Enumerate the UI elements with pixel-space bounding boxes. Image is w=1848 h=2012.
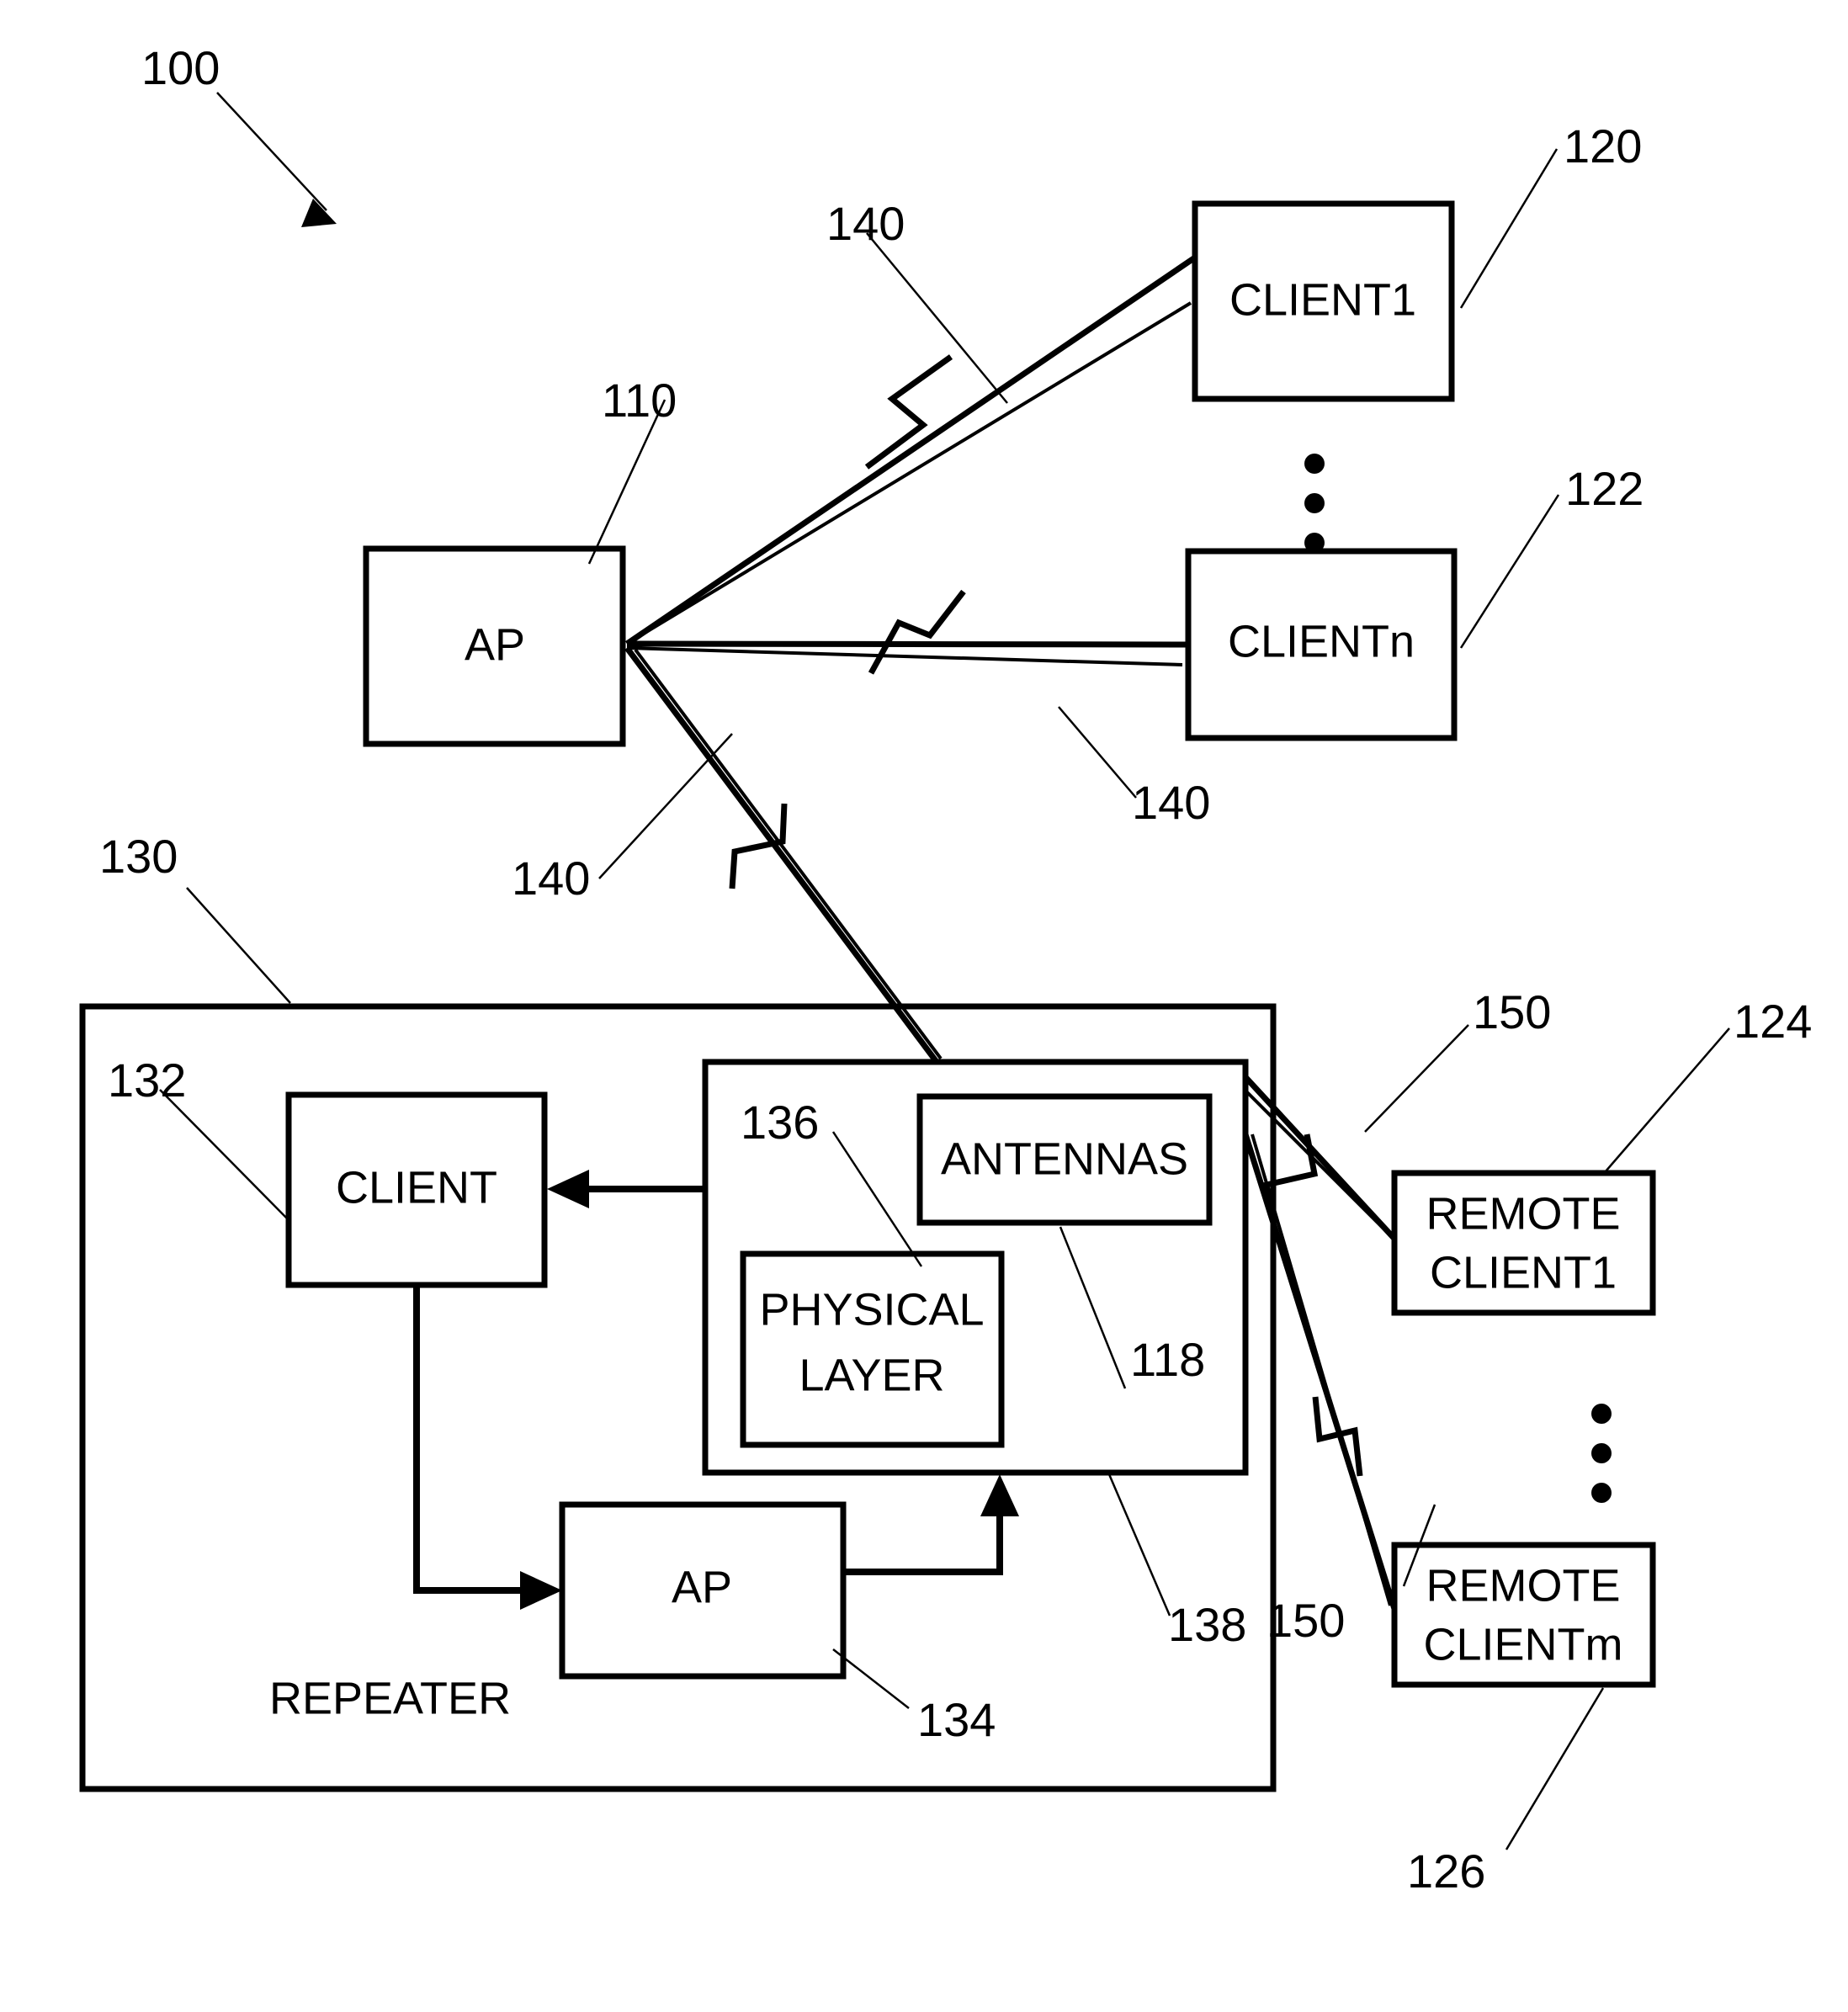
node-remote-client1[interactable]: REMOTE CLIENT1 [1391,1170,1656,1316]
beam-edge-lower [625,301,1192,645]
antennas-label: ANTENNAS [941,1133,1188,1184]
leader-line-126 [1505,1687,1605,1850]
vertical-ellipsis-remote-clients [1591,1404,1612,1503]
ref-numeral-124: 124 [1734,995,1812,1048]
ref-numeral-100: 100 [141,41,220,94]
callout-132 [159,1089,291,1223]
wireless-link-ap-repeater [624,645,943,1064]
leader-line-122 [1459,494,1560,649]
callout-140-clientn [1058,706,1137,799]
leader-line-150-upper [1364,1024,1469,1133]
ref-numeral-110: 110 [602,374,677,427]
leader-line-132 [159,1089,291,1223]
ref-numeral-150-upper: 150 [1473,985,1551,1038]
ref-numeral-118: 118 [1130,1333,1205,1386]
ref-numeral-140-repeater: 140 [512,852,590,905]
node-repeater-ap[interactable]: AP [559,1501,847,1680]
remote-clientm-label-line1: REMOTE [1426,1560,1620,1611]
beam-edge-upper-n [626,640,1189,648]
ref-numeral-150-lower: 150 [1267,1594,1345,1647]
ref-numeral-134: 134 [917,1693,996,1746]
ellipsis-dot [1304,533,1325,553]
node-remote-clientm[interactable]: REMOTE CLIENTm [1391,1542,1656,1688]
callout-120 [1459,148,1559,309]
arrowhead-client-ap [520,1571,562,1610]
callout-140-repeater [598,733,733,879]
flow-transceiver-to-client [547,1170,705,1208]
patent-figure-page: AP CLIENT1 CLIENTn REPEATER ANTENNAS PHY… [0,0,1848,2012]
wireless-link-repeater-remotem [1242,1133,1398,1611]
flow-line-ap-transceiver [843,1515,1003,1575]
callout-124 [1605,1027,1730,1172]
physical-layer-label-line2: LAYER [799,1350,944,1400]
wireless-link-ap-clientn [626,589,1189,675]
ref-numeral-122: 122 [1565,462,1644,515]
vertical-ellipsis-clients [1304,454,1325,553]
ellipsis-dot [1591,1404,1612,1424]
remote-client1-label-line2: CLIENT1 [1430,1247,1617,1298]
callout-140-client1 [866,232,1008,404]
leader-line-138 [1107,1473,1171,1617]
client1-label: CLIENT1 [1229,274,1416,325]
ref-numeral-140-client1: 140 [826,197,905,250]
leader-line-140-client1 [866,232,1008,404]
callout-126 [1505,1687,1605,1850]
node-ap[interactable]: AP [363,545,626,747]
beam-edge-lower-n [626,646,1183,666]
physical-layer-label-line1: PHYSICAL [759,1284,984,1335]
repeater-client-label: CLIENT [336,1162,497,1213]
repeater-label: REPEATER [269,1673,511,1723]
node-client1[interactable]: CLIENT1 [1192,200,1455,402]
clientn-label: CLIENTn [1228,616,1415,666]
callout-130 [186,887,291,1004]
ref-numeral-126: 126 [1407,1845,1485,1898]
ref-numeral-132: 132 [108,1054,186,1107]
repeater-ap-label: AP [672,1562,732,1612]
ref-numeral-136: 136 [741,1096,819,1149]
network-repeater-diagram: AP CLIENT1 CLIENTn REPEATER ANTENNAS PHY… [79,41,1812,1898]
flow-line-client-ap [413,1285,526,1594]
ref-numeral-140-clientn: 140 [1132,776,1210,829]
leader-line-100 [216,92,327,211]
ref-numeral-120: 120 [1564,119,1642,173]
beam-edge-right-rep [634,648,943,1060]
callout-122 [1459,494,1560,649]
lightning-bolt-icon-n [868,589,966,675]
leader-line-124 [1605,1027,1730,1172]
beam-edge-upper [625,255,1197,646]
arrowhead-ap-transceiver [980,1474,1019,1516]
arrowhead-transceiver-client [547,1170,589,1208]
callout-138 [1107,1473,1171,1617]
leader-line-140-repeater [598,733,733,879]
leader-line-130 [186,887,291,1004]
ref-numeral-130: 130 [99,830,178,883]
leader-line-120 [1459,148,1559,309]
lightning-bolt-icon-rm [1312,1396,1363,1477]
node-repeater-client[interactable]: CLIENT [285,1091,548,1288]
wireless-link-ap-client1 [625,255,1197,646]
flow-client-to-repeater-ap [413,1285,562,1610]
ellipsis-dot [1591,1443,1612,1463]
remote-clientm-label-line2: CLIENTm [1423,1619,1622,1670]
flow-repeater-ap-to-transceiver [843,1474,1019,1575]
remote-client1-label-line1: REMOTE [1426,1188,1620,1239]
ellipsis-dot [1591,1483,1612,1503]
node-physical-layer[interactable]: PHYSICAL LAYER [740,1250,1005,1448]
callout-150-upper [1364,1024,1469,1133]
ellipsis-dot [1304,493,1325,513]
ap-label: AP [465,619,525,670]
system-callout-100 [216,92,337,227]
beam-edge-left-rep [624,645,939,1064]
ellipsis-dot [1304,454,1325,474]
beam-edge-lower-r1 [1244,1089,1392,1237]
node-clientn[interactable]: CLIENTn [1185,548,1458,741]
ref-numeral-138: 138 [1168,1598,1246,1651]
node-antennas[interactable]: ANTENNAS [916,1093,1213,1226]
leader-line-140-clientn [1058,706,1137,799]
